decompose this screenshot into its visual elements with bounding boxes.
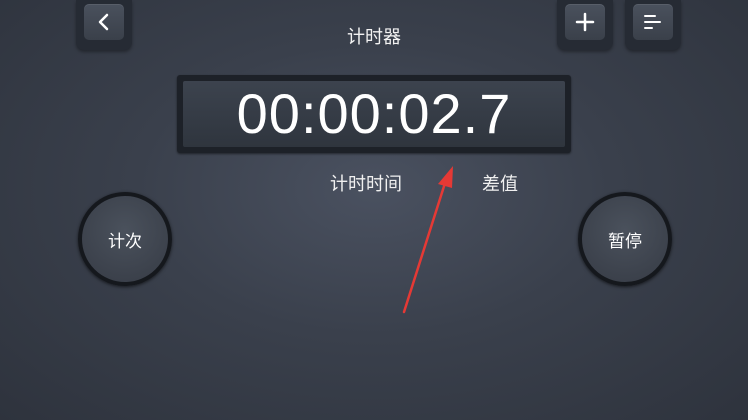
annotation-arrow-icon xyxy=(402,166,453,314)
